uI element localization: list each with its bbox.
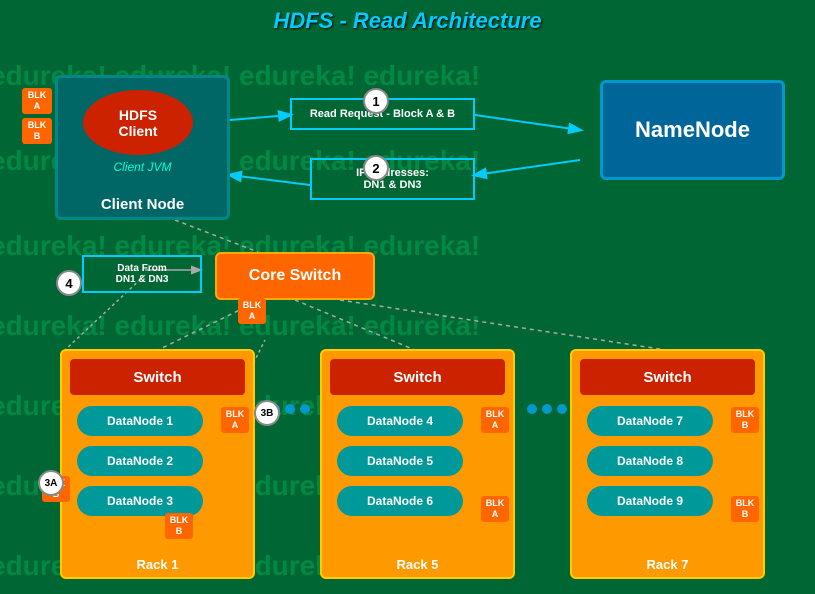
client-node-label: Client Node [58, 196, 227, 213]
rack-5-datanode-6: DataNode 6 [337, 486, 463, 516]
rack1-blk-a: BLKA [221, 407, 249, 433]
rack5-blk-a-2: BLKA [481, 496, 509, 522]
ip-address-box: IP Addresses: DN1 & DN3 [310, 158, 475, 200]
core-switch: Core Switch [215, 252, 375, 300]
rack-7-label: Rack 7 [572, 557, 763, 572]
rack-7-datanode-9: DataNode 9 [587, 486, 713, 516]
data-from-line2: DN1 & DN3 [116, 274, 169, 285]
dot-5 [542, 404, 552, 414]
rack1-blk-b-bottom: BLKB [165, 513, 193, 539]
namenode-box: NameNode [600, 80, 785, 180]
rack5-blk-a-1: BLKA [481, 407, 509, 433]
hdfs-client-label: HDFSClient [119, 107, 158, 139]
rack-5-datanode-5: DataNode 5 [337, 446, 463, 476]
client-jvm-label: Client JVM [58, 160, 227, 174]
rack-1-switch: Switch [70, 359, 245, 395]
data-from-box: Data From DN1 & DN3 [82, 255, 202, 293]
rack-1-datanode-1: DataNode 1 [77, 406, 203, 436]
rack-5-switch: Switch [330, 359, 505, 395]
step-4: 4 [56, 270, 82, 296]
blk-a-badge: BLKA [22, 88, 52, 114]
step-2: 2 [363, 155, 389, 181]
data-from-line1: Data From [117, 263, 166, 274]
rack-7-datanode-7: DataNode 7 [587, 406, 713, 436]
rack-5-datanode-4: DataNode 4 [337, 406, 463, 436]
rack7-blk-b-1: BLKB [731, 407, 759, 433]
rack-7-switch: Switch [580, 359, 755, 395]
client-node: HDFSClient Client JVM Client Node [55, 75, 230, 220]
hdfs-client-box: HDFSClient [83, 90, 193, 155]
rack-1-datanode-3: DataNode 3 [77, 486, 203, 516]
core-switch-label: Core Switch [249, 267, 341, 285]
rack7-blk-b-2: BLKB [731, 496, 759, 522]
rack-1-datanode-2: DataNode 2 [77, 446, 203, 476]
dot-3 [300, 404, 310, 414]
dots-group-2 [527, 404, 567, 414]
rack-7-datanode-8: DataNode 8 [587, 446, 713, 476]
step-3b: 3B [254, 400, 280, 426]
rack-7: Switch DataNode 7 DataNode 8 DataNode 9 … [570, 349, 765, 579]
dot-4 [527, 404, 537, 414]
step-3a: 3A [38, 470, 64, 496]
namenode-label: NameNode [635, 117, 750, 143]
rack-1: Switch DataNode 1 DataNode 2 DataNode 3 … [60, 349, 255, 579]
step-1: 1 [363, 88, 389, 114]
rack-5: Switch DataNode 4 DataNode 5 DataNode 6 … [320, 349, 515, 579]
page-title: HDFS - Read Architecture [0, 8, 815, 34]
dot-2 [285, 404, 295, 414]
rack-1-label: Rack 1 [62, 557, 253, 572]
blk-b-badge: BLKB [22, 118, 52, 144]
rack1-blk-a-top: BLKA [238, 298, 266, 324]
ip-line2: DN1 & DN3 [363, 179, 421, 191]
rack-5-label: Rack 5 [322, 557, 513, 572]
dot-6 [557, 404, 567, 414]
